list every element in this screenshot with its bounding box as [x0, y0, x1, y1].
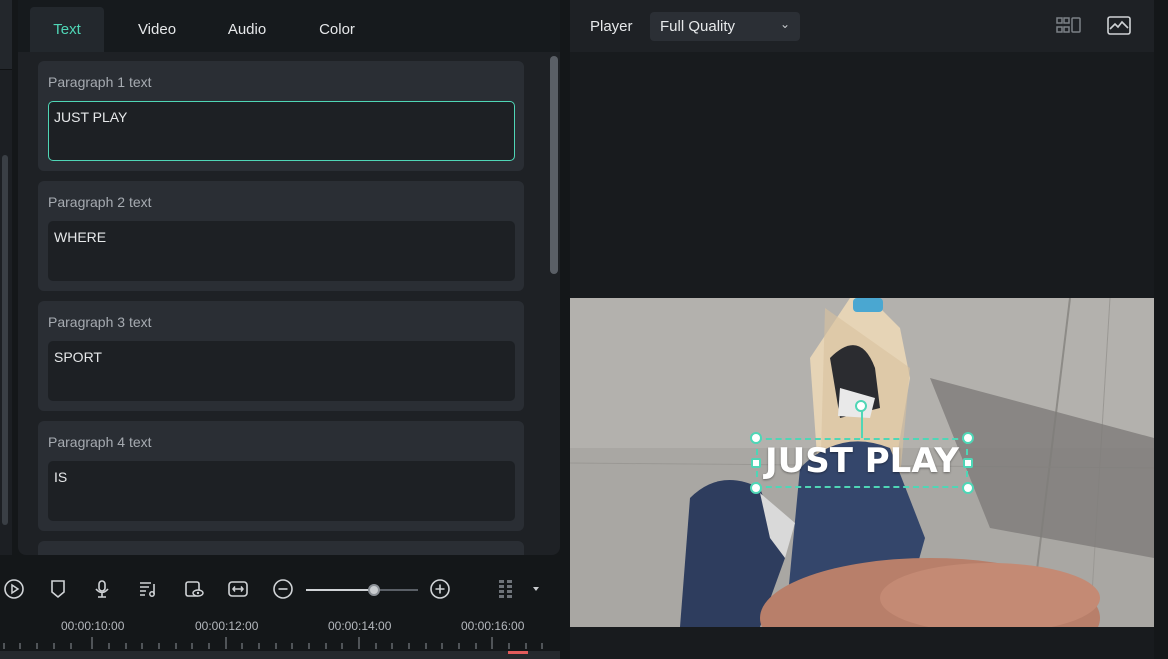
- property-tabs: Text Video Audio Color: [18, 0, 560, 52]
- preview-icon[interactable]: [182, 577, 206, 601]
- rotation-handle[interactable]: [855, 400, 867, 412]
- tab-video[interactable]: Video: [120, 7, 194, 52]
- microphone-icon[interactable]: [90, 577, 114, 601]
- music-edit-icon[interactable]: [136, 577, 160, 601]
- fit-width-icon[interactable]: [226, 577, 250, 601]
- chevron-down-icon: ⌄: [779, 17, 790, 31]
- player-panel: Player Full Quality ⌄ JUST PLAY: [570, 0, 1154, 659]
- tick-label: 00:00:12:00: [195, 619, 259, 633]
- media-panel-edge: [0, 0, 12, 555]
- resize-handle-left[interactable]: [751, 458, 761, 468]
- zoom-in-icon[interactable]: [428, 577, 452, 601]
- track-area[interactable]: [0, 651, 560, 659]
- paragraph-card-2: Paragraph 2 text WHERE: [38, 181, 524, 291]
- zoom-slider-fill: [306, 589, 374, 591]
- tab-color[interactable]: Color: [300, 7, 374, 52]
- player-stage-bottom: [570, 627, 1154, 659]
- timeline-toolbar: [0, 565, 560, 615]
- zoom-slider-knob[interactable]: [368, 584, 380, 596]
- property-panel: Text Video Audio Color Paragraph 1 text …: [18, 0, 560, 555]
- playhead-marker[interactable]: [508, 651, 528, 654]
- tick-label: 00:00:14:00: [328, 619, 392, 633]
- player-title: Player: [590, 18, 633, 35]
- paragraph-label: Paragraph 2 text: [48, 194, 152, 210]
- dropdown-arrow-icon[interactable]: [524, 577, 548, 601]
- paragraph-label: Paragraph 3 text: [48, 314, 152, 330]
- editor-window: Text Video Audio Color Paragraph 1 text …: [0, 0, 1168, 659]
- marker-icon[interactable]: [46, 577, 70, 601]
- player-header: Player Full Quality ⌄: [570, 0, 1154, 52]
- paragraph-4-input[interactable]: IS: [48, 461, 515, 521]
- panel-scrollbar[interactable]: [550, 56, 558, 274]
- resize-handle-bottom-left[interactable]: [750, 482, 762, 494]
- rotation-handle-line: [861, 410, 863, 438]
- paragraph-card-5: [38, 541, 524, 555]
- timeline-ruler[interactable]: 00:00:10:00 00:00:12:00 00:00:14:00 00:0…: [0, 615, 560, 659]
- tab-text[interactable]: Text: [30, 7, 104, 52]
- ruler-ticks: [3, 637, 543, 649]
- paragraph-2-input[interactable]: WHERE: [48, 221, 515, 281]
- tab-audio[interactable]: Audio: [210, 7, 284, 52]
- quality-dropdown[interactable]: Full Quality ⌄: [650, 12, 800, 41]
- paragraph-card-4: Paragraph 4 text IS: [38, 421, 524, 531]
- grid-handle-icon[interactable]: [494, 577, 518, 601]
- image-icon[interactable]: [1106, 15, 1132, 37]
- paragraph-card-1: Paragraph 1 text JUST PLAY: [38, 61, 524, 171]
- layout-grid-icon[interactable]: [1056, 15, 1082, 37]
- resize-handle-top-right[interactable]: [962, 432, 974, 444]
- paragraph-card-3: Paragraph 3 text SPORT: [38, 301, 524, 411]
- resize-handle-bottom-right[interactable]: [962, 482, 974, 494]
- zoom-slider-track[interactable]: [306, 589, 418, 591]
- play-circle-icon[interactable]: [2, 577, 26, 601]
- media-panel-scrollbar[interactable]: [2, 155, 8, 525]
- paragraph-list: Paragraph 1 text JUST PLAY Paragraph 2 t…: [18, 52, 560, 555]
- paragraph-label: Paragraph 4 text: [48, 434, 152, 450]
- resize-handle-right[interactable]: [963, 458, 973, 468]
- resize-handle-top-left[interactable]: [750, 432, 762, 444]
- player-stage-top: [570, 52, 1154, 298]
- window-edge: [1154, 0, 1168, 659]
- tick-label: 00:00:16:00: [461, 619, 525, 633]
- overlay-title-text[interactable]: JUST PLAY: [756, 441, 968, 481]
- paragraph-1-input[interactable]: JUST PLAY: [48, 101, 515, 161]
- tick-label: 00:00:10:00: [61, 619, 125, 633]
- video-preview[interactable]: JUST PLAY: [570, 298, 1154, 627]
- media-panel-header: [0, 0, 12, 70]
- paragraph-3-input[interactable]: SPORT: [48, 341, 515, 401]
- quality-value: Full Quality: [660, 18, 736, 35]
- zoom-out-icon[interactable]: [271, 577, 295, 601]
- paragraph-label: Paragraph 1 text: [48, 74, 152, 90]
